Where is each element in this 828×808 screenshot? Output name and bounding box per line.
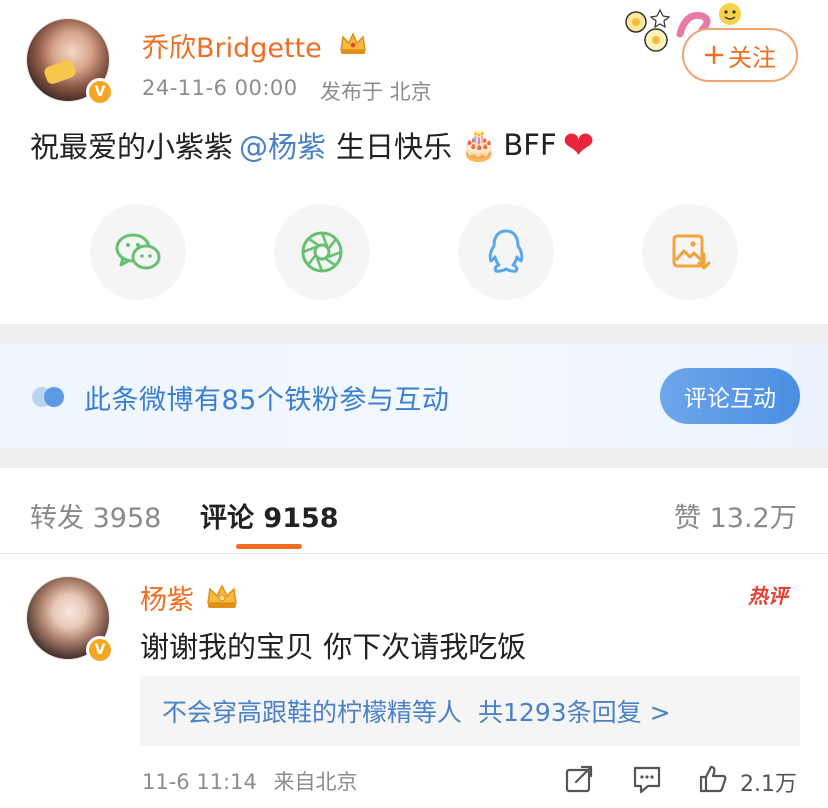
tab-comments-label: 评论 [200, 503, 254, 534]
wechat-share-button[interactable] [90, 204, 186, 300]
follow-button[interactable]: 关注 [682, 28, 798, 82]
replies-preview[interactable]: 不会穿高跟鞋的柠檬精等人 共1293条回复 > [140, 676, 800, 746]
moments-share-button[interactable] [274, 204, 370, 300]
comment-source: 来自北京 [273, 770, 358, 794]
commenter-name[interactable]: 杨紫 [140, 578, 194, 617]
share-icon[interactable] [564, 764, 594, 794]
like-count: 2.1万 [740, 772, 797, 797]
comment-icon[interactable] [632, 764, 662, 794]
fans-interaction-icon [32, 387, 64, 407]
post-time: 24-11-6 00:00 [142, 76, 298, 100]
like-icon[interactable] [698, 764, 728, 794]
qq-share-button[interactable] [458, 204, 554, 300]
fans-banner-text: 此条微博有85个铁粉参与互动 [84, 385, 450, 416]
save-image-button[interactable] [642, 204, 738, 300]
follow-label: 关注 [728, 43, 776, 72]
post-tabs: 转发 3958 评论 9158 赞 13.2万 [0, 468, 828, 554]
tab-likes[interactable]: 赞 13.2万 [674, 496, 797, 535]
post-header: V 乔欣Bridgette 24-11-6 00:00 发布于 北京 关注 [0, 0, 828, 120]
save-image-icon [672, 234, 711, 270]
section-divider [0, 324, 828, 344]
post-location: 发布于 北京 [320, 80, 432, 104]
post-text-suffix: BFF [503, 128, 557, 162]
reply-count: 共1293条回复 > [478, 698, 671, 727]
heart-emoji: ❤ [562, 123, 595, 167]
verified-badge-icon: V [86, 636, 114, 664]
post-text-before: 祝最爱的小紫紫 [30, 130, 234, 164]
mention-link[interactable]: @杨紫 [239, 124, 326, 166]
comment-meta: 11-6 11:14 来自北京 [142, 766, 358, 796]
plus-icon [704, 45, 724, 65]
post-text: 祝最爱的小紫紫 @杨紫 生日快乐 🎂 BFF ❤ [30, 124, 595, 166]
section-divider [0, 448, 828, 468]
author-name[interactable]: 乔欣Bridgette [142, 26, 322, 65]
post-text-after: 生日快乐 [336, 130, 453, 164]
share-row [0, 200, 828, 300]
reply-names: 不会穿高跟鞋的柠檬精等人 [162, 698, 463, 727]
tab-repost[interactable]: 转发 3958 [30, 496, 161, 535]
crown-icon [207, 584, 237, 608]
hot-comment-badge: 热评 [748, 584, 788, 608]
commenter-avatar[interactable]: V [26, 576, 114, 664]
qq-icon [488, 229, 524, 273]
author-avatar[interactable]: V [26, 18, 114, 106]
comment-interact-button[interactable]: 评论互动 [660, 368, 800, 424]
comment-time: 11-6 11:14 [142, 770, 257, 794]
comment-text: 谢谢我的宝贝 你下次请我吃饭 [140, 630, 527, 664]
moments-icon [301, 231, 343, 273]
tab-comments-count: 9158 [263, 503, 339, 534]
wechat-icon [115, 233, 161, 270]
tab-comments[interactable]: 评论 9158 [200, 496, 339, 535]
active-tab-indicator [236, 544, 302, 549]
verified-badge-icon: V [86, 78, 114, 106]
crown-icon [340, 32, 366, 54]
cake-emoji: 🎂 [460, 127, 498, 163]
